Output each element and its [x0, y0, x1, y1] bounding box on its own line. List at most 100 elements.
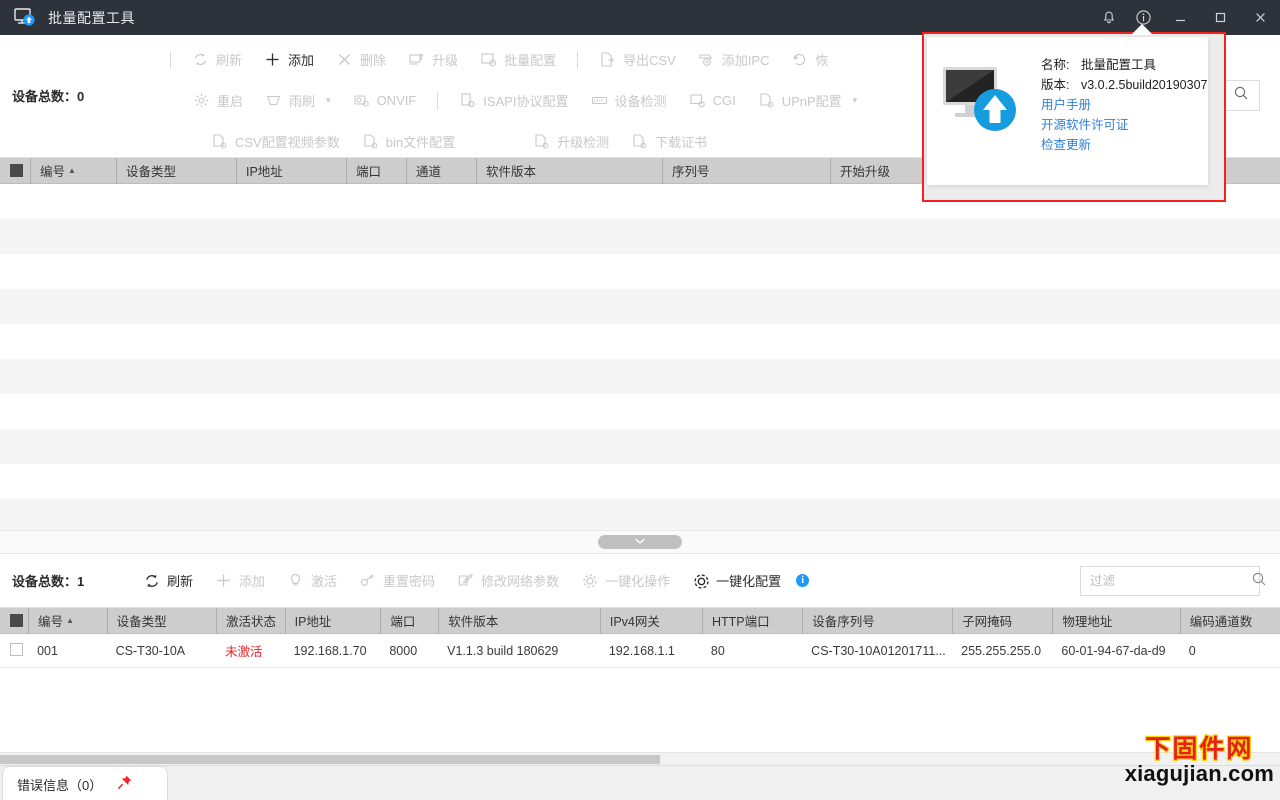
- pin-icon[interactable]: [116, 774, 133, 794]
- one-key-config-button[interactable]: 一键化配置 i: [681, 566, 820, 596]
- filter-input[interactable]: [1081, 574, 1251, 588]
- lower-table-column-header[interactable]: 编码通道数: [1179, 607, 1280, 634]
- reset-password-button[interactable]: 重置密码: [348, 566, 446, 596]
- wiper-label: 雨刷: [289, 94, 316, 109]
- error-info-tab[interactable]: 错误信息（0）: [2, 766, 168, 800]
- reboot-label: 重启: [217, 94, 244, 109]
- maximize-button[interactable]: [1200, 0, 1240, 35]
- upgrade-detect-icon: [533, 133, 550, 150]
- batch-config-button[interactable]: 批量配置: [469, 45, 567, 75]
- bottom-refresh-button[interactable]: 刷新: [132, 566, 204, 596]
- upper-table-column-header[interactable]: 序列号: [662, 157, 830, 184]
- lower-table-column-header[interactable]: IP地址: [284, 607, 381, 634]
- check-update-link[interactable]: 检查更新: [1041, 135, 1207, 155]
- upper-table-empty-row: [0, 429, 1280, 464]
- refresh-button[interactable]: 刷新: [181, 45, 253, 75]
- onvif-label: ONVIF: [376, 93, 417, 108]
- batch-config-icon: [480, 51, 497, 68]
- bin-file-config-label: bin文件配置: [385, 135, 456, 150]
- lower-table-column-header[interactable]: 端口: [380, 607, 438, 634]
- onvif-button[interactable]: ONVIF: [342, 86, 428, 116]
- upgrade-label: 升级: [432, 53, 459, 68]
- close-button[interactable]: [1240, 0, 1280, 35]
- checkbox-icon: [10, 164, 23, 177]
- error-info-label: 错误信息（0）: [17, 777, 103, 793]
- lower-table-column-header[interactable]: 软件版本: [438, 607, 600, 634]
- open-source-license-link[interactable]: 开源软件许可证: [1041, 115, 1207, 135]
- window-title: 批量配置工具: [48, 9, 135, 26]
- lower-table-column-header[interactable]: 编号 ▲: [28, 607, 107, 634]
- row-checkbox[interactable]: [0, 642, 28, 659]
- modify-network-params-button[interactable]: 修改网络参数: [446, 566, 570, 596]
- upper-table-column-label: IP地址: [246, 165, 283, 179]
- lower-table-column-label: 设备序列号: [812, 615, 875, 629]
- bottom-toolbar: 设备总数：1 刷新 添加 激活 重置密码 修改网络参数 一键化操作 一键化配置 …: [0, 554, 1280, 608]
- device-detect-icon: [591, 92, 608, 109]
- lower-table-column-header[interactable]: 物理地址: [1052, 607, 1179, 634]
- upper-table-select-all[interactable]: [0, 158, 30, 184]
- one-key-config-info-icon[interactable]: i: [796, 574, 810, 587]
- monitor-upload-icon: [14, 7, 36, 29]
- lower-table-column-label: 编码通道数: [1189, 615, 1253, 629]
- lower-table-column-header[interactable]: 激活状态: [215, 607, 285, 634]
- lower-table-select-all[interactable]: [0, 608, 28, 634]
- upper-table-column-header[interactable]: 设备类型: [116, 157, 236, 184]
- plus-icon-bottom: [215, 572, 232, 589]
- lower-table-column-header[interactable]: IPv4网关: [599, 607, 702, 634]
- bell-icon[interactable]: [1092, 0, 1126, 35]
- csv-video-params-button[interactable]: CSV配置视频参数: [200, 127, 351, 157]
- upper-table-column-header[interactable]: IP地址: [236, 157, 346, 184]
- upgrade-button[interactable]: 升级: [397, 45, 469, 75]
- minimize-button[interactable]: [1160, 0, 1200, 35]
- upnp-config-button[interactable]: UPnP配置 ▾: [747, 86, 869, 116]
- upper-table-column-label: 端口: [356, 165, 382, 179]
- horizontal-scrollbar-thumb[interactable]: [0, 755, 660, 764]
- about-name-label: 名称:: [1041, 58, 1070, 72]
- table-row[interactable]: 001 CS-T30-10A 未激活 192.168.1.70 8000 V1.1.3 b…: [0, 634, 1280, 668]
- isapi-config-button[interactable]: ISAPI协议配置: [448, 86, 579, 116]
- lower-table-column-label: 设备类型: [116, 615, 167, 629]
- add-ipc-button[interactable]: 添加IPC: [687, 45, 781, 75]
- reboot-icon: [193, 92, 210, 109]
- app-window: 批量配置工具 设备总数：0 刷新 添加 删除 升级 批量配置 导出CSV 添加I…: [0, 0, 1280, 800]
- upper-table-column-header[interactable]: 软件版本: [476, 157, 662, 184]
- upgrade-detect-button[interactable]: 升级检测: [522, 127, 620, 157]
- lower-table-column-header[interactable]: 设备序列号: [802, 607, 952, 634]
- download-cert-button[interactable]: 下载证书: [620, 127, 718, 157]
- chevron-down-icon-2[interactable]: ▾: [853, 95, 858, 106]
- delete-button[interactable]: 删除: [325, 45, 397, 75]
- top-search-button[interactable]: [1222, 80, 1260, 111]
- user-manual-link[interactable]: 用户手册: [1041, 95, 1207, 115]
- upnp-icon: [758, 92, 775, 109]
- activate-button[interactable]: 激活: [276, 566, 348, 596]
- watermark-line-2: xiagujian.com: [1124, 761, 1274, 786]
- about-popup-arrow: [1131, 24, 1153, 35]
- add-button[interactable]: 添加: [253, 45, 325, 75]
- batch-config-label: 批量配置: [504, 53, 557, 68]
- cgi-button[interactable]: CGI: [678, 86, 747, 116]
- lower-table-column-header[interactable]: 设备类型: [106, 607, 216, 634]
- checkbox-icon: [10, 614, 23, 627]
- bin-file-config-button[interactable]: bin文件配置: [351, 127, 466, 157]
- reboot-button[interactable]: 重启: [182, 86, 254, 116]
- lower-table-column-header[interactable]: 子网掩码: [952, 607, 1052, 634]
- restore-button[interactable]: 恢: [780, 45, 839, 75]
- filter-box[interactable]: [1080, 566, 1266, 596]
- export-csv-button[interactable]: 导出CSV: [588, 45, 687, 75]
- bin-file-icon: [362, 133, 379, 150]
- collapse-handle[interactable]: [598, 535, 682, 549]
- chevron-down-icon[interactable]: ▾: [326, 95, 331, 106]
- device-detect-button[interactable]: 设备检测: [580, 86, 678, 116]
- bottom-add-button[interactable]: 添加: [204, 566, 276, 596]
- lower-table-column-header[interactable]: HTTP端口: [701, 607, 802, 634]
- search-icon-filter[interactable]: [1251, 571, 1267, 592]
- upper-table-column-header[interactable]: 端口: [346, 157, 406, 184]
- table-cell: CS-T30-10A01201711...: [811, 643, 946, 658]
- one-key-operation-button[interactable]: 一键化操作: [570, 566, 681, 596]
- lower-table-column-label: 软件版本: [448, 615, 499, 629]
- upper-table-column-header[interactable]: 通道: [406, 157, 476, 184]
- wiper-button[interactable]: 雨刷 ▾: [254, 86, 342, 116]
- horizontal-scrollbar[interactable]: [0, 752, 1280, 765]
- upgrade-detect-label: 升级检测: [557, 135, 610, 150]
- upper-table-column-header[interactable]: 编号 ▲: [30, 157, 116, 184]
